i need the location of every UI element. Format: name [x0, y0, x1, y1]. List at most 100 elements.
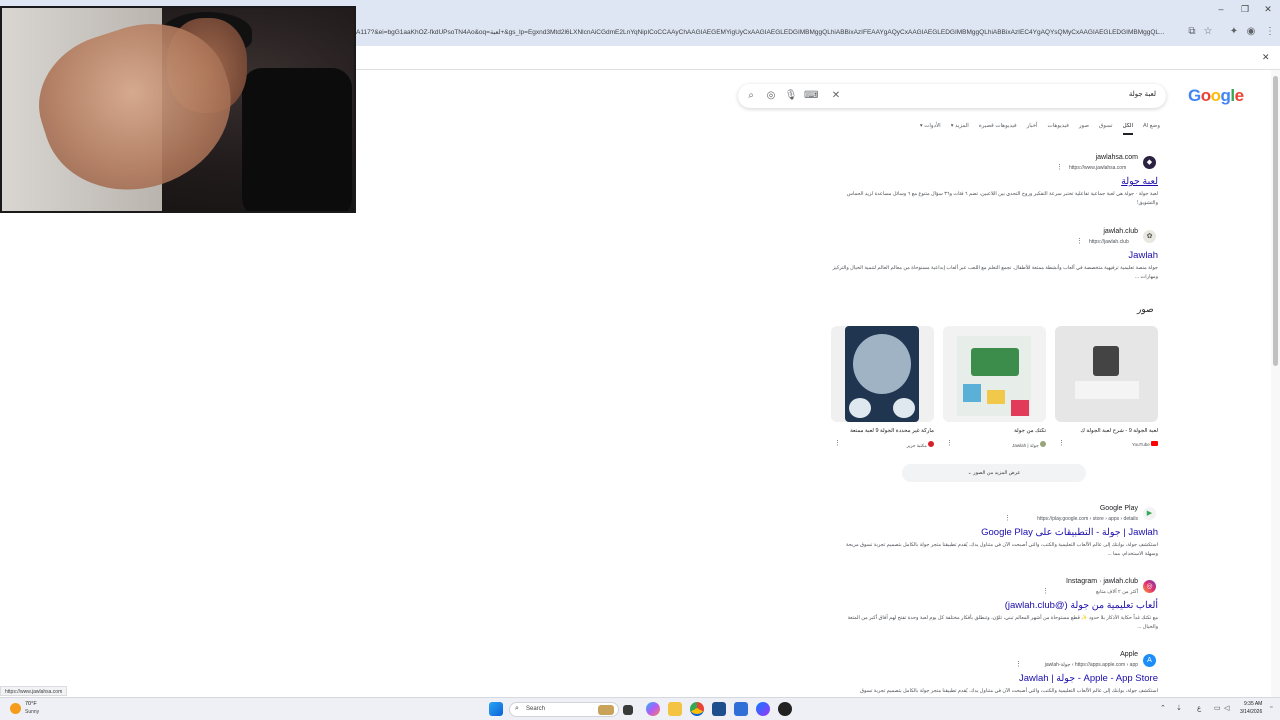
taskbar: 70°F Sunny ⌕ Search ⌃ ⇣ ع ▭ ◁ 9:35 AM 3/… [0, 697, 1280, 720]
weather-sun-icon[interactable] [10, 703, 21, 714]
image-source-label: YouTube [1132, 442, 1150, 447]
microphone-icon[interactable]: 🎙 [784, 89, 798, 103]
more-options-icon[interactable]: ⋮ [946, 439, 953, 447]
result-site-name: Instagram · jawlah.club [1066, 578, 1138, 585]
more-options-icon[interactable]: ⋮ [1015, 660, 1022, 668]
image-thumb-graphic [853, 334, 911, 394]
volume-icon[interactable]: ◁ [1224, 704, 1229, 712]
image-thumb-graphic [963, 384, 981, 402]
task-view-icon[interactable] [623, 705, 633, 715]
notifications-icon[interactable]: ▫ [1270, 704, 1272, 711]
result-title-link[interactable]: ألعاب تعليمية من جولة (@jawlah.club) [1005, 600, 1158, 611]
result-url: https://jawlah.club [1089, 239, 1129, 245]
result-title-link[interactable]: Jawlah [1128, 250, 1158, 261]
more-options-icon[interactable]: ⋮ [1058, 439, 1065, 447]
image-thumb-graphic [893, 398, 915, 418]
search-input[interactable]: لعبة جولة [1129, 90, 1156, 98]
jawlahsa-favicon: ◆ [1143, 156, 1156, 169]
copilot-icon[interactable] [646, 702, 660, 716]
search-box[interactable]: ⌕ ◎ 🎙 ⌨ ✕ لعبة جولة [738, 84, 1166, 108]
image-caption[interactable]: ماركة غير محددة الجولة 9 لعبة ممتعة [831, 428, 934, 434]
extensions-icon[interactable]: ✦ [1228, 26, 1240, 38]
tray-app-icon[interactable]: ⇣ [1176, 704, 1182, 712]
webcam-overlay [0, 6, 356, 213]
messenger-icon[interactable] [756, 702, 770, 716]
result-url: https://play.google.com › store › apps ›… [1037, 516, 1138, 522]
close-infobar-icon[interactable]: ✕ [1262, 52, 1270, 63]
image-thumb-graphic [971, 348, 1019, 376]
keyboard-icon[interactable]: ⌨ [804, 89, 818, 103]
jarir-icon [928, 441, 934, 447]
app-icon[interactable] [734, 702, 748, 716]
minimize-icon[interactable]: – [1210, 4, 1232, 14]
result-site-name: jawlah.club [1103, 228, 1138, 235]
taskbar-date[interactable]: 3/14/2026 [1240, 709, 1262, 715]
more-options-icon[interactable]: ⋮ [1004, 514, 1011, 522]
chrome-icon[interactable] [690, 702, 704, 716]
scrollbar-thumb[interactable] [1273, 76, 1278, 366]
tab-ai-mode[interactable]: وضع AI [1143, 123, 1160, 135]
tab-shopping[interactable]: تسوق [1099, 123, 1113, 135]
image-thumbnail-1[interactable] [1055, 326, 1158, 422]
close-window-icon[interactable]: ✕ [1257, 4, 1279, 15]
file-explorer-icon[interactable] [668, 702, 682, 716]
clear-search-icon[interactable]: ✕ [829, 89, 843, 103]
app-icon[interactable] [712, 702, 726, 716]
profile-icon[interactable]: ◉ [1245, 26, 1257, 38]
image-thumb-graphic [987, 390, 1005, 404]
bookmark-star-icon[interactable]: ☆ [1202, 26, 1214, 38]
image-source-label: جولة | Jawlah [1012, 443, 1039, 448]
weather-temperature[interactable]: 70°F [25, 701, 37, 707]
network-icon[interactable]: ▭ [1214, 704, 1221, 712]
images-heading: صور [1137, 304, 1154, 314]
weather-description[interactable]: Sunny [25, 709, 39, 715]
more-images-button[interactable]: عرض المزيد من الصور ⌄ [902, 464, 1086, 482]
image-thumbnail-2[interactable] [943, 326, 1046, 422]
language-icon[interactable]: ع [1197, 704, 1201, 712]
address-bar[interactable]: A117?&ei=bgG1aaKhOZ-fkdUPsoTN4Ao&oq=لعبة… [356, 24, 1184, 41]
tab-short-videos[interactable]: فيديوهات قصيرة [979, 123, 1017, 135]
translate-icon[interactable]: ⧉ [1186, 26, 1198, 38]
taskbar-time[interactable]: 9:35 AM [1244, 701, 1262, 707]
more-options-icon[interactable]: ⋮ [1056, 163, 1063, 171]
menu-kebab-icon[interactable]: ⋮ [1264, 26, 1276, 38]
taskbar-search[interactable]: ⌕ Search [509, 702, 619, 717]
search-icon: ⌕ [515, 705, 519, 712]
windows-start-icon[interactable] [489, 702, 503, 716]
jawlah-club-favicon: ✿ [1143, 230, 1156, 243]
tab-videos[interactable]: فيديوهات [1048, 123, 1069, 135]
image-source: مكتبة جرير [831, 441, 934, 449]
image-source: YouTube [1055, 441, 1158, 447]
tray-chevron-icon[interactable]: ⌃ [1160, 704, 1166, 712]
image-caption[interactable]: لعبة الجولة 9 - شرح لعبة الجولة ك [1055, 428, 1158, 434]
tab-all[interactable]: الكل [1122, 123, 1133, 135]
maximize-icon[interactable]: ❐ [1234, 4, 1256, 15]
result-title-link[interactable]: Apple - App Store - جولة | Jawlah [1019, 673, 1158, 684]
google-play-icon: ▶ [1143, 507, 1156, 520]
lens-icon[interactable]: ◎ [764, 89, 778, 103]
image-caption[interactable]: تكتك من جولة [943, 428, 1046, 434]
tab-tools[interactable]: الأدوات ▾ [920, 123, 941, 135]
result-snippet: لعبة جولة · جولة هي لعبة جماعية تفاعلية … [846, 191, 1158, 206]
tab-images[interactable]: صور [1079, 123, 1089, 135]
tab-more[interactable]: المزيد ▾ [951, 123, 969, 135]
obs-icon[interactable] [778, 702, 792, 716]
image-thumbnail-3[interactable] [831, 326, 934, 422]
image-thumb-graphic [849, 398, 871, 418]
instagram-icon: ◎ [1143, 580, 1156, 593]
more-options-icon[interactable]: ⋮ [1076, 237, 1083, 245]
tab-news[interactable]: أخبار [1027, 123, 1038, 135]
result-title-link[interactable]: Jawlah | جولة - التطبيقات على Google Pla… [981, 527, 1158, 538]
more-options-icon[interactable]: ⋮ [834, 439, 841, 447]
google-logo[interactable]: Google [1188, 86, 1244, 106]
result-url: https://apps.apple.com › app › جولة-jawl… [1044, 662, 1138, 668]
result-url: https://www.jawlahsa.com [1069, 165, 1127, 171]
result-title-link[interactable]: لعبة جولة [1121, 176, 1158, 187]
search-tabs: وضع AI الكل تسوق صور فيديوهات أخبار فيدي… [888, 123, 1160, 135]
result-site-name: Apple [1120, 651, 1138, 658]
apple-app-store-icon: A [1143, 654, 1156, 667]
search-icon[interactable]: ⌕ [744, 89, 758, 103]
image-thumb-graphic [1093, 346, 1119, 376]
page-scrollbar[interactable] [1271, 70, 1280, 698]
more-options-icon[interactable]: ⋮ [1042, 587, 1049, 595]
